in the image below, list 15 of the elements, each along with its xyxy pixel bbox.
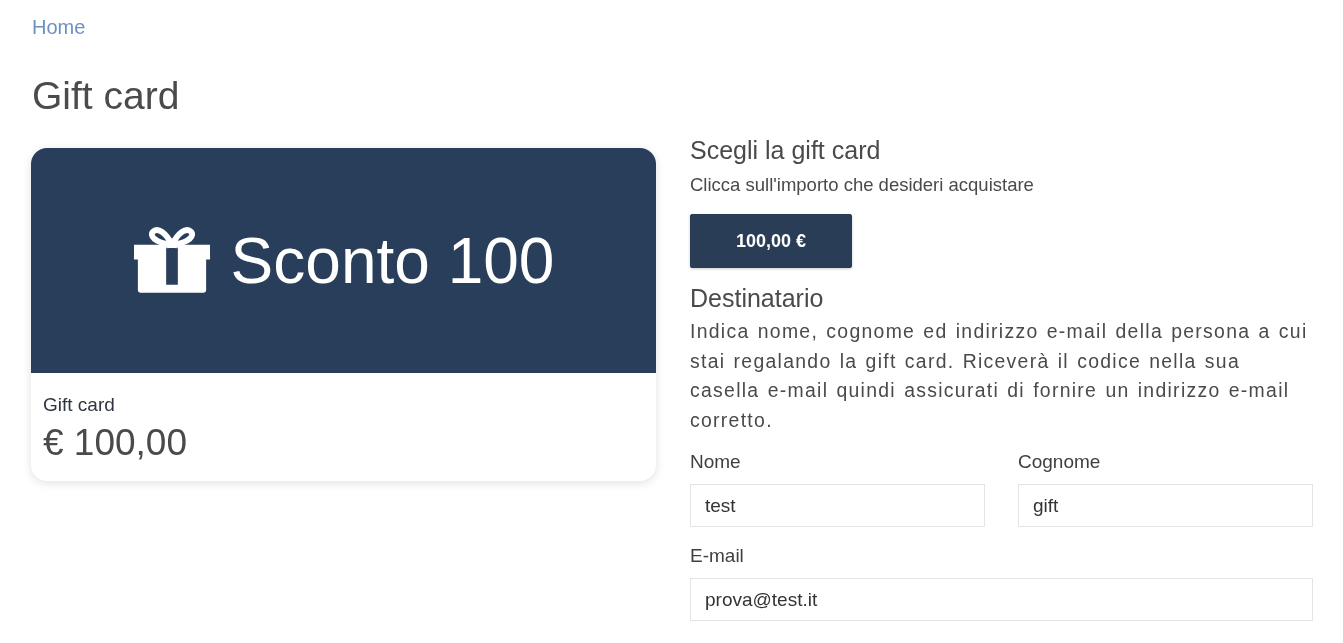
description-text: Indica nome, cognome ed indirizzo e-mail della persona a cui stai regalando la gift card. Riceverà il codice nella sua casella e-mail quindi assicurati di fornire un indirizzo e-mail corretto.	[690, 319, 1309, 433]
field-label: Nome	[690, 450, 742, 474]
card-banner-title: Sconto 100	[230, 223, 555, 298]
section-heading: Scegli la gift card	[690, 135, 882, 165]
input-field[interactable]: test	[690, 484, 985, 527]
input-field[interactable]: prova@test.it	[690, 578, 1313, 621]
input-field[interactable]: gift	[1018, 484, 1313, 527]
card-price: € 100,00	[43, 421, 189, 465]
field-label: Cognome	[1018, 450, 1102, 474]
instruction-text: Clicca sull'importo che desideri acquistare	[690, 173, 1035, 197]
amount-button[interactable]: 100,00 €	[690, 214, 852, 268]
page-title: Gift card	[32, 74, 181, 118]
card-name: Gift card	[43, 393, 116, 417]
field-label: E-mail	[690, 544, 745, 568]
section-heading: Destinatario	[690, 283, 825, 313]
